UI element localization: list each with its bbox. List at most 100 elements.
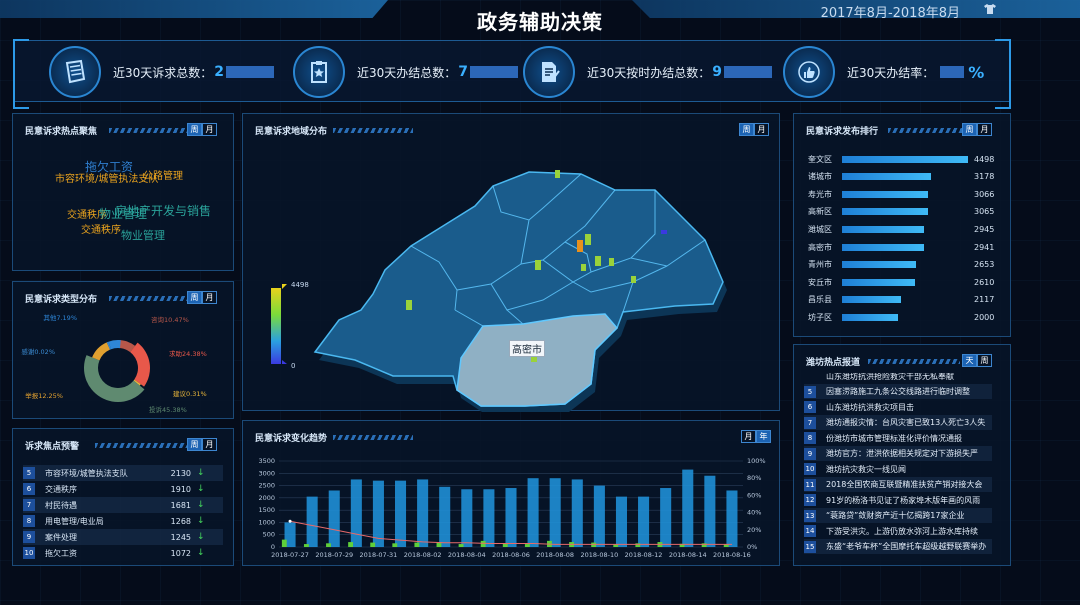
bar-secondary[interactable] [701,543,707,547]
word-cloud-item[interactable]: 物业管理 [121,227,165,243]
ranking-row[interactable]: 寿光市 3066 [808,187,994,201]
ranking-row[interactable]: 诸城市 3178 [808,170,994,184]
ranking-panel: 民意诉求发布排行 周 月 奎文区 4498 诸城市 3178 寿光市 3066 高新区 306… [793,113,1011,337]
tab-week[interactable]: 周 [187,291,202,304]
ranking-row[interactable]: 高密市 2941 [808,240,994,254]
bar[interactable] [328,490,340,547]
bar[interactable] [726,490,738,547]
tab-year[interactable]: 年 [756,430,771,443]
list-item[interactable]: 13 “蓑路贷”敛财资产近十亿揭跨17家企业 [804,508,992,523]
bar-track [842,243,968,251]
bar[interactable] [593,485,605,547]
ranking-row[interactable]: 昌乐县 2117 [808,293,994,307]
list-item[interactable]: 12 91岁的杨洛书见证了杨家埠木版年画的风雨 [804,493,992,508]
pie-slice[interactable] [130,342,150,387]
tab-month[interactable]: 月 [202,291,217,304]
bar-fill [842,261,917,269]
bar-secondary[interactable] [458,544,464,547]
ranking-row[interactable]: 潍城区 2945 [808,222,994,236]
table-row[interactable]: 8 用电管理/电业局 1268 ↓ [23,513,223,529]
table-row[interactable]: 10 拖欠工资 1072 ↓ [23,545,223,561]
ranking-row[interactable]: 安丘市 2610 [808,275,994,289]
bar-fill [842,243,925,251]
y-tick-label: 500 [263,531,275,539]
bar-secondary[interactable] [348,542,354,547]
bar[interactable] [615,496,627,547]
list-item[interactable]: 11 2018全国农商互联暨精准扶贫产销对接大会 [804,477,992,492]
table-row[interactable]: 9 案件处理 1245 ↓ [23,529,223,545]
tab-week[interactable]: 周 [977,354,992,367]
word-cloud-item[interactable]: 公路管理 [143,167,183,182]
row-name: 交通秩序 [45,484,77,494]
news-title: 份潍坊市城市管理标准化评价情况通报 [826,433,962,443]
bar-secondary[interactable] [414,542,420,547]
bar-secondary[interactable] [480,540,486,547]
list-item[interactable]: 6 山东潍坊抗洪救灾项目击 [804,400,992,415]
table-row[interactable]: 5 市容环境/城管执法支队 2130 ↓ [23,465,223,481]
table-row[interactable]: 7 村民待遇 1681 ↓ [23,497,223,513]
list-item[interactable]: 7 潍坊通报灾情：台风灾害已致13人死亡3人失 [804,415,992,430]
list-item[interactable]: 5 因塞涝路施工九条公交线路进行临时调整 [804,384,992,399]
bar[interactable] [483,489,495,547]
ranking-row[interactable]: 青州市 2653 [808,258,994,272]
bar[interactable] [682,469,694,547]
stats-bar: 近30天诉求总数： 2 近30天办结总数： 7 近30天按时办结总数： 9 近3… [13,39,1011,109]
bar-value: 3066 [974,189,995,199]
rank-number: 7 [23,499,35,511]
bar-label: 昌乐县 [808,295,832,305]
word-cloud-item[interactable]: 交通秩序 [81,221,121,236]
shirt-icon[interactable] [984,4,996,14]
ranking-row[interactable]: 坊子区 2000 [808,310,994,324]
pie-slice[interactable] [92,342,110,361]
bar[interactable] [350,479,362,547]
tab-week[interactable]: 周 [187,123,202,136]
bar[interactable] [527,478,539,547]
bar[interactable] [372,480,384,547]
bar-secondary[interactable] [392,543,398,547]
tab-month[interactable]: 月 [977,123,992,136]
tab-month[interactable]: 月 [202,123,217,136]
bar[interactable] [704,475,716,547]
bar[interactable] [306,496,318,547]
list-item[interactable]: 8 份潍坊市城市管理标准化评价情况通报 [804,431,992,446]
list-item[interactable]: 山东潍坊抗洪抢险救灾干部无私奉献 [804,373,992,384]
thumbs-up-icon [783,46,835,98]
bar[interactable] [505,488,517,547]
word-cloud-item[interactable]: 物业管理 [99,205,147,222]
list-item[interactable]: 9 潍坊官方：泄洪依据相关规定对下游损失严 [804,446,992,461]
ranking-row[interactable]: 高新区 3065 [808,205,994,219]
tab-week[interactable]: 周 [187,438,202,451]
tab-day[interactable]: 天 [962,354,977,367]
list-item[interactable]: 15 东盛“老爷车杯”全国摩托车超级越野联赛举办 [804,539,992,554]
scroll-icon [49,46,101,98]
bar-track [842,208,968,216]
title-stripes [868,359,960,364]
tab-week[interactable]: 周 [962,123,977,136]
bar[interactable] [549,478,561,547]
x-tick-label: 2018-08-10 [580,551,618,559]
bar[interactable] [638,496,650,547]
ranking-row[interactable]: 奎文区 4498 [808,152,994,166]
bar[interactable] [461,489,473,547]
bar-secondary[interactable] [281,539,287,547]
bar[interactable] [417,479,429,547]
title-stripes [333,435,413,440]
list-item[interactable]: 14 下游受洪灾。上游仍放水弥河上游水库持续 [804,524,992,539]
bar-secondary[interactable] [326,543,331,547]
rank-number: 9 [804,447,816,460]
bar[interactable] [571,479,583,547]
tab-month[interactable]: 月 [202,438,217,451]
bar-secondary[interactable] [370,542,376,547]
arrow-down-icon: ↓ [197,484,205,494]
bar-secondary[interactable] [303,544,309,547]
list-item[interactable]: 10 潍坊抗灾救灾一线见闻 [804,462,992,477]
bar[interactable] [395,480,407,547]
bar[interactable] [439,486,451,547]
arrow-down-icon: ↓ [197,532,205,542]
bar[interactable] [660,488,672,547]
tab-month[interactable]: 月 [741,430,756,443]
bar-label: 安丘市 [808,277,832,287]
bar-secondary[interactable] [524,544,530,547]
table-row[interactable]: 6 交通秩序 1910 ↓ [23,481,223,497]
bar-secondary[interactable] [635,543,641,547]
